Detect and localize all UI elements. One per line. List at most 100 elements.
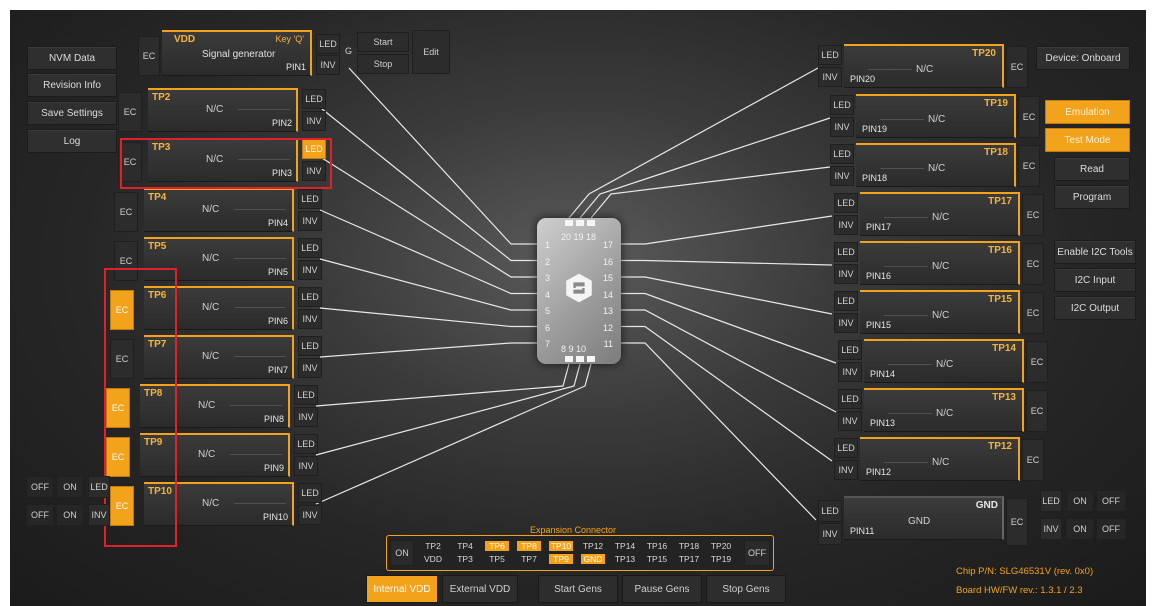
expansion-cell[interactable]: TP5 — [485, 554, 509, 564]
left-inv-button[interactable]: INV — [294, 407, 318, 427]
left-led-off-button[interactable]: OFF — [26, 476, 54, 498]
left-led-button[interactable]: LED — [294, 434, 318, 454]
left-inv-button[interactable]: INV — [298, 358, 322, 378]
left-inv-button[interactable]: INV — [298, 309, 322, 329]
expansion-cell[interactable]: TP14 — [613, 541, 637, 551]
expansion-cell[interactable]: TP15 — [645, 554, 669, 564]
right-led-button[interactable]: LED — [818, 45, 842, 65]
test-point-tp12[interactable]: TP12 N/C PIN12 — [860, 437, 1020, 481]
read-button[interactable]: Read — [1054, 157, 1130, 181]
program-button[interactable]: Program — [1054, 185, 1130, 209]
left-inv-button[interactable]: INV — [298, 211, 322, 231]
gnd-led-button[interactable]: LED — [818, 500, 842, 522]
expansion-cell[interactable]: TP2 — [421, 541, 445, 551]
right-ec-button[interactable]: EC — [1006, 46, 1028, 88]
left-led-button[interactable]: LED — [298, 287, 322, 307]
left-ec-button[interactable]: EC — [114, 192, 138, 232]
test-point-tp2[interactable]: TP2 N/C PIN2 — [148, 88, 298, 132]
right-inv-button[interactable]: INV — [834, 460, 858, 480]
right-led-button[interactable]: LED — [838, 389, 862, 409]
test-point-tp16[interactable]: TP16 N/C PIN16 — [860, 241, 1020, 285]
internal-vdd-button[interactable]: Internal VDD — [366, 575, 438, 603]
nvm-data-button[interactable]: NVM Data — [27, 46, 117, 70]
emulation-button[interactable]: Emulation — [1045, 100, 1130, 124]
right-ec-button[interactable]: EC — [1022, 194, 1044, 236]
left-inv-button[interactable]: INV — [302, 111, 326, 131]
save-settings-button[interactable]: Save Settings — [27, 101, 117, 125]
left-led-button[interactable]: LED — [298, 189, 322, 209]
expansion-cell[interactable]: TP17 — [677, 554, 701, 564]
right-inv-button[interactable]: INV — [818, 67, 842, 87]
left-inv-button[interactable]: INV — [294, 456, 318, 476]
right-inv-button[interactable]: INV — [838, 411, 862, 431]
generator-start-button[interactable]: Start — [357, 32, 409, 52]
left-led-button[interactable]: LED — [302, 89, 326, 109]
right-led-button[interactable]: LED — [830, 95, 854, 115]
expansion-cell[interactable]: GND — [581, 554, 605, 564]
expansion-cell[interactable]: TP6 — [485, 541, 509, 551]
expansion-cell[interactable]: VDD — [421, 554, 445, 564]
expansion-cell[interactable]: TP3 — [453, 554, 477, 564]
right-led-on-button[interactable]: ON — [1066, 490, 1094, 512]
vdd-led-button[interactable]: LED — [316, 34, 340, 54]
test-point-tp15[interactable]: TP15 N/C PIN15 — [860, 290, 1020, 334]
test-point-tp18[interactable]: TP18 N/C PIN18 — [856, 143, 1016, 187]
left-ec-button[interactable]: EC — [118, 92, 142, 132]
left-led-button[interactable]: LED — [298, 483, 322, 503]
generator-edit-button[interactable]: Edit — [412, 30, 450, 74]
left-inv-button[interactable]: INV — [298, 505, 322, 525]
i2c-output-button[interactable]: I2C Output — [1054, 296, 1136, 320]
test-mode-button[interactable]: Test Mode — [1045, 128, 1130, 152]
test-point-tp17[interactable]: TP17 N/C PIN17 — [860, 192, 1020, 236]
right-inv-on-button[interactable]: ON — [1066, 518, 1094, 540]
right-ec-button[interactable]: EC — [1022, 243, 1044, 285]
start-gens-button[interactable]: Start Gens — [538, 575, 618, 603]
left-inv-off-button[interactable]: OFF — [26, 504, 54, 526]
right-ec-button[interactable]: EC — [1022, 439, 1044, 481]
expansion-cell[interactable]: TP20 — [709, 541, 733, 551]
right-ec-button[interactable]: EC — [1022, 292, 1044, 334]
gnd-point[interactable]: GND GND PIN11 — [844, 496, 1004, 540]
expansion-cell[interactable]: TP18 — [677, 541, 701, 551]
expansion-off-button[interactable]: OFF — [744, 540, 770, 566]
left-inv-on-button[interactable]: ON — [56, 504, 84, 526]
test-point-tp14[interactable]: TP14 N/C PIN14 — [864, 339, 1024, 383]
right-inv-button[interactable]: INV — [830, 117, 854, 137]
right-ec-button[interactable]: EC — [1018, 96, 1040, 138]
i2c-input-button[interactable]: I2C Input — [1054, 268, 1136, 292]
generator-stop-button[interactable]: Stop — [357, 54, 409, 74]
right-led-button[interactable]: LED — [834, 193, 858, 213]
expansion-cell[interactable]: TP4 — [453, 541, 477, 551]
right-inv-off-button[interactable]: OFF — [1096, 518, 1126, 540]
right-inv-button[interactable]: INV — [830, 166, 854, 186]
vdd-signal-generator[interactable]: VDD Key 'Q' Signal generator PIN1 — [162, 30, 312, 76]
expansion-cell[interactable]: TP13 — [613, 554, 637, 564]
enable-i2c-tools-button[interactable]: Enable I2C Tools — [1054, 240, 1136, 264]
right-inv-button[interactable]: INV — [838, 362, 862, 382]
expansion-cell[interactable]: TP12 — [581, 541, 605, 551]
stop-gens-button[interactable]: Stop Gens — [706, 575, 786, 603]
right-led-off-button[interactable]: OFF — [1096, 490, 1126, 512]
right-led-button[interactable]: LED — [830, 144, 854, 164]
right-led-button[interactable]: LED — [834, 242, 858, 262]
test-point-tp4[interactable]: TP4 N/C PIN4 — [144, 188, 294, 232]
log-button[interactable]: Log — [27, 129, 117, 153]
right-inv-button[interactable]: INV — [834, 215, 858, 235]
revision-info-button[interactable]: Revision Info — [27, 73, 117, 97]
left-inv-button[interactable]: INV — [298, 260, 322, 280]
right-inv-button[interactable]: INV — [834, 313, 858, 333]
left-led-button[interactable]: LED — [298, 238, 322, 258]
right-led-button[interactable]: LED — [834, 291, 858, 311]
right-ec-button[interactable]: EC — [1026, 341, 1048, 383]
left-led-button[interactable]: LED — [294, 385, 318, 405]
expansion-cell[interactable]: TP19 — [709, 554, 733, 564]
gnd-ec-button[interactable]: EC — [1006, 498, 1028, 546]
expansion-cell[interactable]: TP8 — [517, 541, 541, 551]
expansion-cell[interactable]: TP9 — [549, 554, 573, 564]
left-led-on-button[interactable]: ON — [56, 476, 84, 498]
expansion-cell[interactable]: TP16 — [645, 541, 669, 551]
test-point-tp13[interactable]: TP13 N/C PIN13 — [864, 388, 1024, 432]
vdd-ec-button[interactable]: EC — [138, 36, 160, 76]
device-onboard-label[interactable]: Device: Onboard — [1036, 46, 1130, 70]
expansion-on-button[interactable]: ON — [390, 540, 414, 566]
